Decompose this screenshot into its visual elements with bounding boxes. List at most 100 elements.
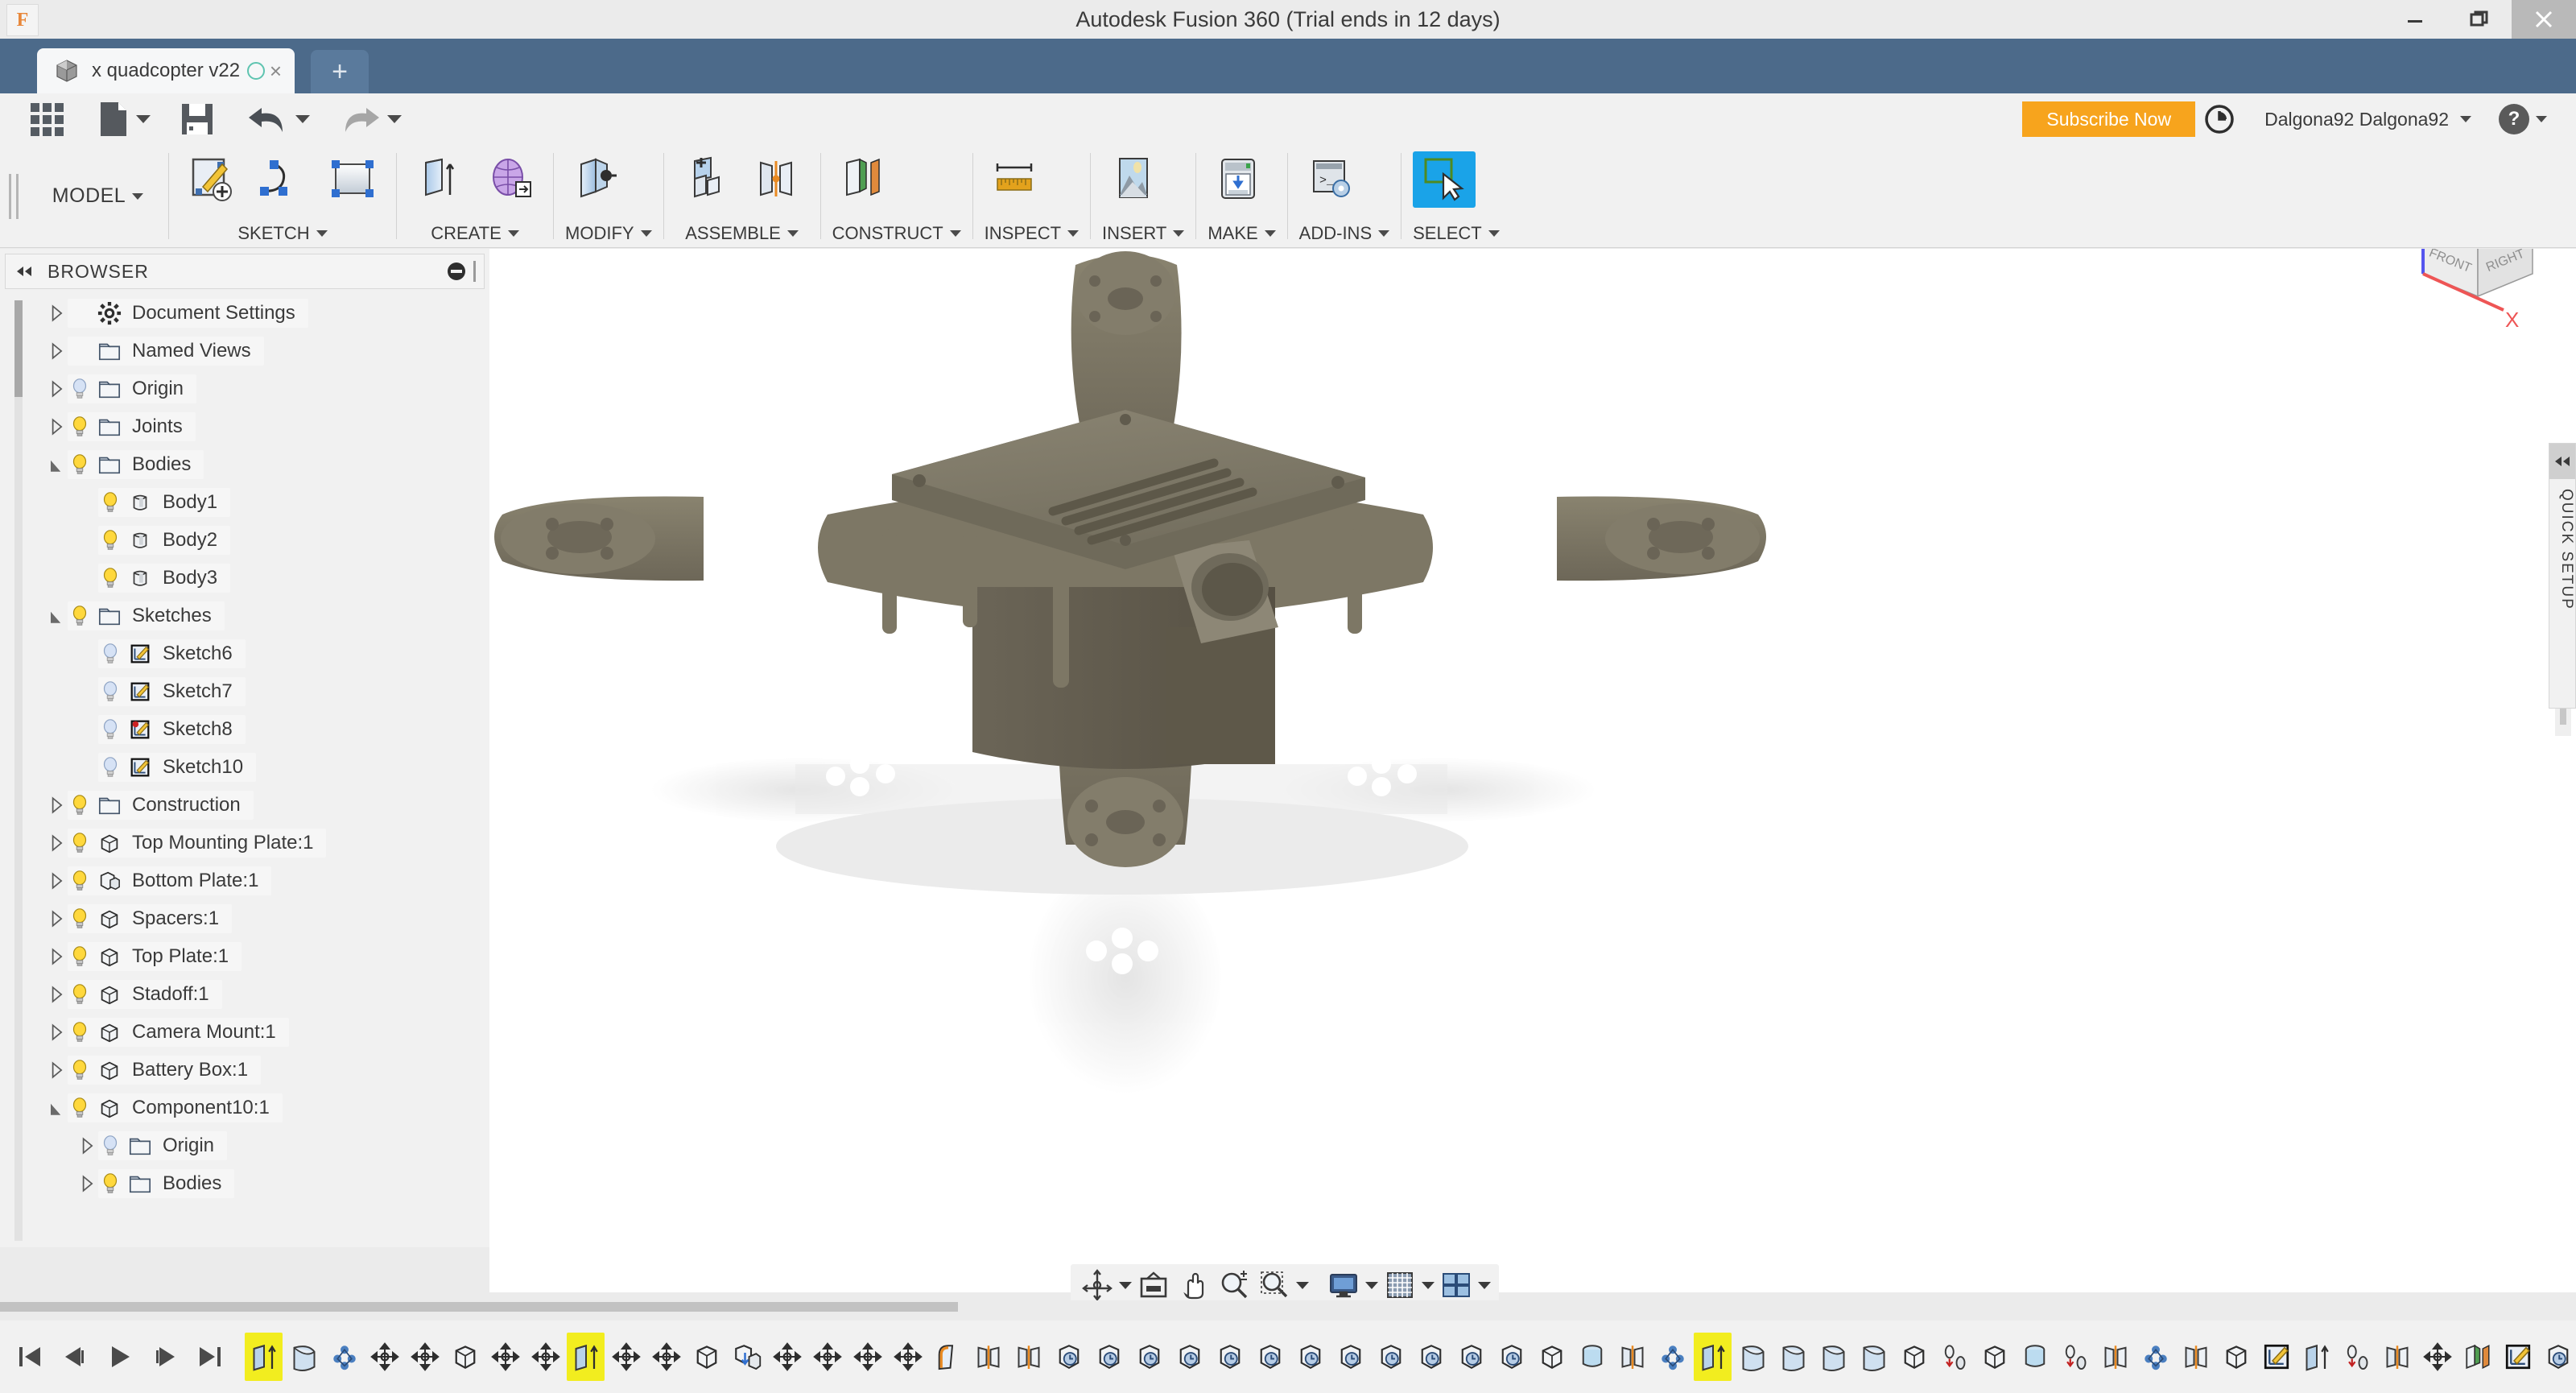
browser-tree-row[interactable]: Top Mounting Plate:1: [45, 824, 480, 862]
3d-print-icon[interactable]: [1208, 151, 1270, 208]
browser-tree-row-hit[interactable]: Stadoff:1: [68, 979, 222, 1009]
browser-tree-row-hit[interactable]: Origin: [98, 1131, 228, 1160]
timeline-feature-component-icon[interactable]: [446, 1333, 484, 1381]
timeline-feature-timeline-marker-icon[interactable]: [1050, 1333, 1088, 1381]
zoom-window-caret-icon[interactable]: [1296, 1281, 1309, 1289]
visibility-bulb-on-icon[interactable]: [68, 604, 92, 628]
timeline-feature-joint-origin-icon[interactable]: [1653, 1333, 1691, 1381]
timeline-feature-move-icon[interactable]: [607, 1333, 645, 1381]
browser-tree-row[interactable]: Spacers:1: [45, 899, 480, 937]
quick-setup-collapse-icon[interactable]: [2549, 444, 2575, 479]
redo-caret-icon[interactable]: [387, 115, 402, 123]
timeline-feature-component-icon[interactable]: [1975, 1333, 2013, 1381]
timeline-feature-revolve-icon[interactable]: [1774, 1333, 1812, 1381]
timeline-feature-extrude-icon[interactable]: [245, 1333, 283, 1381]
display-settings-caret-icon[interactable]: [1365, 1281, 1378, 1289]
browser-tree-row-hit[interactable]: Construction: [68, 790, 254, 820]
ribbon-panel-insert-title[interactable]: INSERT: [1102, 218, 1185, 244]
undo-caret-icon[interactable]: [295, 115, 310, 123]
timeline-feature-component-icon[interactable]: [2217, 1333, 2255, 1381]
timeline-feature-timeline-marker-icon[interactable]: [1130, 1333, 1168, 1381]
timeline-feature-joint-icon[interactable]: [1613, 1333, 1651, 1381]
timeline-feature-component-icon[interactable]: [1895, 1333, 1933, 1381]
ribbon-panel-assemble-title[interactable]: ASSEMBLE: [675, 218, 809, 244]
collapse-arrow-icon[interactable]: [45, 415, 68, 438]
browser-scrollbar-thumb[interactable]: [14, 300, 23, 397]
browser-tree-row-hit[interactable]: Sketch8: [98, 714, 246, 744]
timeline-feature-timeline-marker-icon[interactable]: [2539, 1333, 2576, 1381]
browser-tree-row-hit[interactable]: Spacers:1: [68, 903, 233, 933]
timeline-feature-rigid-group-icon[interactable]: [2338, 1333, 2376, 1381]
timeline-feature-cylinder-icon[interactable]: [1573, 1333, 1611, 1381]
browser-tree-row[interactable]: Sketch6: [45, 634, 480, 672]
visibility-bulb-on-icon[interactable]: [68, 793, 92, 817]
document-tab[interactable]: x quadcopter v22 ×: [37, 48, 295, 93]
help-caret-icon[interactable]: [2536, 116, 2547, 122]
timeline-feature-timeline-marker-icon[interactable]: [1372, 1333, 1410, 1381]
browser-tree-row[interactable]: Document Settings: [45, 294, 480, 332]
browser-tree-row[interactable]: Bodies: [45, 445, 480, 483]
scripts-addins-icon[interactable]: >_: [1299, 151, 1362, 208]
timeline-feature-component-icon[interactable]: [687, 1333, 725, 1381]
file-icon[interactable]: [89, 93, 159, 145]
restore-icon[interactable]: [2447, 0, 2512, 39]
browser-tree-row-hit[interactable]: Body3: [98, 563, 231, 593]
trial-clock-icon[interactable]: [2195, 93, 2244, 145]
timeline-feature-timeline-marker-icon[interactable]: [1412, 1333, 1450, 1381]
timeline-feature-move-icon[interactable]: [808, 1333, 846, 1381]
step-back-icon[interactable]: [61, 1343, 89, 1370]
subscribe-now-button[interactable]: Subscribe Now: [2022, 101, 2196, 137]
browser-tree-row[interactable]: Sketch7: [45, 672, 480, 710]
visibility-bulb-on-icon[interactable]: [68, 831, 92, 855]
redo-icon[interactable]: [331, 93, 410, 145]
browser-tree-row[interactable]: Joints: [45, 407, 480, 445]
account-name-label[interactable]: Dalgona92 Dalgona92: [2264, 109, 2449, 130]
ribbon-panel-sketch-title[interactable]: SKETCH: [180, 218, 385, 244]
browser-tree-row-hit[interactable]: Top Plate:1: [68, 941, 242, 971]
timeline-feature-move-icon[interactable]: [486, 1333, 524, 1381]
timeline-feature-timeline-marker-icon[interactable]: [1331, 1333, 1369, 1381]
visibility-bulb-on-icon[interactable]: [68, 415, 92, 439]
collapse-arrow-icon[interactable]: [45, 945, 68, 968]
joint-icon[interactable]: [746, 151, 809, 208]
browser-tree-row[interactable]: Sketch10: [45, 748, 480, 786]
timeline-feature-move-icon[interactable]: [889, 1333, 927, 1381]
new-component-icon[interactable]: [675, 151, 738, 208]
expand-arrow-icon[interactable]: [45, 605, 68, 627]
browser-tree-row[interactable]: Bodies: [45, 1164, 480, 1202]
browser-collapse-icon[interactable]: [14, 265, 35, 278]
ribbon-panel-inspect-title[interactable]: INSPECT: [985, 218, 1080, 244]
collapse-arrow-icon[interactable]: [45, 907, 68, 930]
timeline-feature-rigid-group-icon[interactable]: [2056, 1333, 2094, 1381]
offset-plane-icon[interactable]: [832, 151, 895, 208]
timeline-feature-timeline-marker-icon[interactable]: [1452, 1333, 1490, 1381]
collapse-arrow-icon[interactable]: [45, 983, 68, 1006]
browser-tree-row[interactable]: Body2: [45, 521, 480, 559]
browser-tree-row[interactable]: Stadoff:1: [45, 975, 480, 1013]
timeline-feature-offset-plane-icon[interactable]: [2458, 1333, 2496, 1381]
browser-tree-row[interactable]: Origin: [45, 370, 480, 407]
timeline-feature-move-icon[interactable]: [365, 1333, 403, 1381]
pan-icon[interactable]: [1175, 1267, 1212, 1304]
ribbon-panel-select-title[interactable]: SELECT: [1413, 218, 1500, 244]
timeline-feature-joint-icon[interactable]: [1009, 1333, 1047, 1381]
browser-tree-row-hit[interactable]: Bottom Plate:1: [68, 866, 272, 895]
timeline-feature-timeline-marker-icon[interactable]: [1211, 1333, 1249, 1381]
viewports-caret-icon[interactable]: [1478, 1281, 1491, 1289]
timeline-feature-joint-icon[interactable]: [2096, 1333, 2134, 1381]
collapse-arrow-icon[interactable]: [45, 378, 68, 400]
visibility-bulb-off-icon[interactable]: [98, 717, 122, 742]
orbit-caret-icon[interactable]: [1119, 1281, 1132, 1289]
browser-resize-handle[interactable]: [473, 261, 476, 282]
browser-tree-row-hit[interactable]: Origin: [68, 374, 197, 403]
close-tab-icon[interactable]: ×: [270, 59, 282, 84]
browser-tree-row[interactable]: Body3: [45, 559, 480, 597]
viewport-horizontal-scrollbar-thumb[interactable]: [0, 1302, 958, 1312]
ribbon-panel-addins-title[interactable]: ADD-INS: [1299, 218, 1390, 244]
new-tab-button[interactable]: +: [311, 50, 369, 93]
timeline-feature-joint-icon[interactable]: [2378, 1333, 2416, 1381]
quick-setup-panel[interactable]: QUICK SETUP: [2549, 443, 2576, 709]
zoom-window-icon[interactable]: [1256, 1267, 1293, 1304]
visibility-bulb-off-icon[interactable]: [98, 680, 122, 704]
browser-tree-row-hit[interactable]: Battery Box:1: [68, 1055, 262, 1085]
